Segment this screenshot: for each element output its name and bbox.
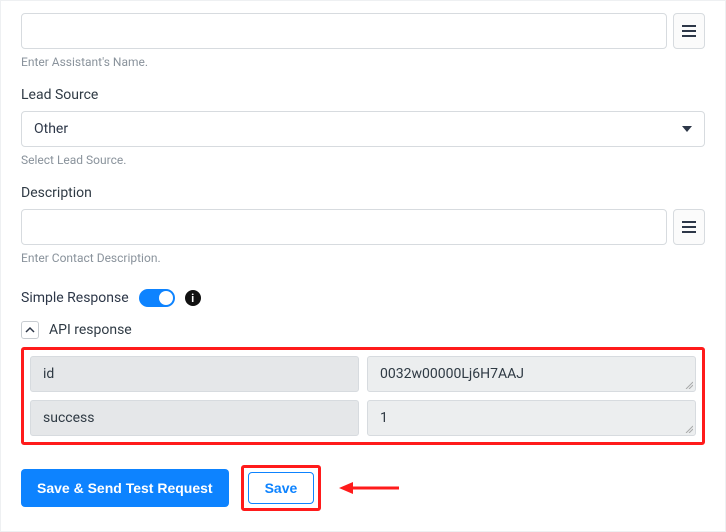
annotation-arrow-icon xyxy=(339,478,399,498)
info-icon[interactable]: i xyxy=(185,290,201,306)
api-value-text: 1 xyxy=(380,410,388,426)
table-row: success 1 xyxy=(30,400,696,436)
button-row: Save & Send Test Request Save xyxy=(21,465,705,511)
lead-source-helper: Select Lead Source. xyxy=(21,153,705,167)
api-value-cell[interactable]: 1 xyxy=(367,400,696,436)
simple-response-row: Simple Response i xyxy=(21,289,705,307)
save-button[interactable]: Save xyxy=(248,472,315,504)
caret-down-icon xyxy=(682,126,692,132)
description-picker-button[interactable] xyxy=(673,209,705,245)
api-key-cell[interactable]: success xyxy=(30,400,359,436)
chevron-up-icon xyxy=(25,326,35,334)
resize-handle-icon xyxy=(683,379,693,389)
assistant-name-row xyxy=(21,13,705,49)
menu-icon xyxy=(681,221,697,233)
api-response-collapse-button[interactable] xyxy=(21,321,39,339)
api-value-cell[interactable]: 0032w00000Lj6H7AAJ xyxy=(367,356,696,392)
assistant-name-input[interactable] xyxy=(21,13,667,49)
save-highlight-box: Save xyxy=(241,465,322,511)
description-helper: Enter Contact Description. xyxy=(21,251,705,265)
form-page: Enter Assistant's Name. Lead Source Othe… xyxy=(0,0,726,532)
menu-icon xyxy=(681,25,697,37)
simple-response-toggle[interactable] xyxy=(139,289,175,307)
assistant-name-picker-button[interactable] xyxy=(673,13,705,49)
simple-response-label: Simple Response xyxy=(21,290,129,306)
api-key-text: success xyxy=(43,410,94,426)
assistant-name-helper: Enter Assistant's Name. xyxy=(21,55,705,69)
api-response-highlight-box: id 0032w00000Lj6H7AAJ success 1 xyxy=(21,347,705,445)
lead-source-label: Lead Source xyxy=(21,87,705,103)
api-value-text: 0032w00000Lj6H7AAJ xyxy=(380,366,524,382)
lead-source-select[interactable]: Other xyxy=(21,111,705,147)
api-response-title: API response xyxy=(49,322,132,338)
toggle-knob xyxy=(159,291,173,305)
description-input[interactable] xyxy=(21,209,667,245)
api-key-cell[interactable]: id xyxy=(30,356,359,392)
api-key-text: id xyxy=(43,366,54,382)
lead-source-value: Other xyxy=(34,121,68,137)
resize-handle-icon xyxy=(683,423,693,433)
table-row: id 0032w00000Lj6H7AAJ xyxy=(30,356,696,392)
api-response-header: API response xyxy=(21,321,705,339)
description-label: Description xyxy=(21,185,705,201)
description-row xyxy=(21,209,705,245)
save-send-test-request-button[interactable]: Save & Send Test Request xyxy=(21,469,229,507)
